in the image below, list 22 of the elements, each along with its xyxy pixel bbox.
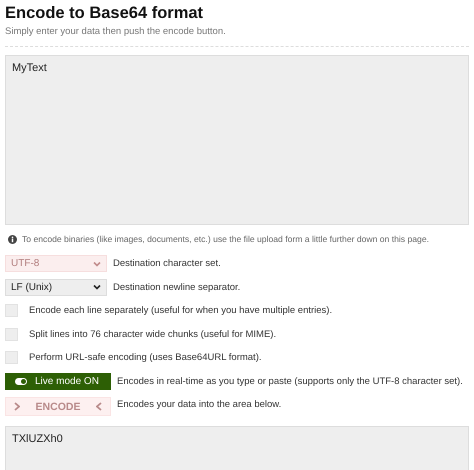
live-mode-description: Encodes in real-time as you type or paste (supports only the UTF-8 character set).: [117, 376, 463, 387]
page-subtitle: Simply enter your data then push the encode button.: [5, 26, 227, 38]
input-textarea[interactable]: MyText: [5, 55, 469, 225]
checkbox-label: Encode each line separately (useful for when you have multiple entries).: [29, 305, 332, 316]
checkbox[interactable]: [5, 351, 18, 364]
chevron-down-icon: [93, 260, 101, 267]
dropdown[interactable]: LF (Unix): [5, 278, 107, 296]
checkbox-label: Split lines into 76 character wide chunks (useful for MIME).: [29, 328, 276, 340]
live-mode-toggle[interactable]: Live mode ON: [5, 372, 111, 390]
chevron-right-icon: [14, 402, 20, 412]
dropdown-label: Destination newline separator.: [113, 282, 240, 293]
chevron-left-icon: [96, 402, 102, 412]
checkbox[interactable]: [5, 328, 18, 341]
page-title: Encode to Base64 format: [5, 3, 204, 23]
info-text: To encode binaries (like images, documents, etc.) use the file upload form a little further down on this page.: [22, 234, 429, 244]
checkbox[interactable]: [5, 304, 18, 318]
dropdown-label: Destination character set.: [113, 258, 221, 270]
info-icon: [8, 234, 17, 244]
chevron-down-icon: [93, 284, 101, 290]
encode-description: Encodes your data into the area below.: [117, 399, 282, 410]
output-textarea[interactable]: TXlUZXh0: [5, 426, 469, 470]
checkbox-label: Perform URL-safe encoding (uses Base64URL format).: [29, 352, 262, 364]
